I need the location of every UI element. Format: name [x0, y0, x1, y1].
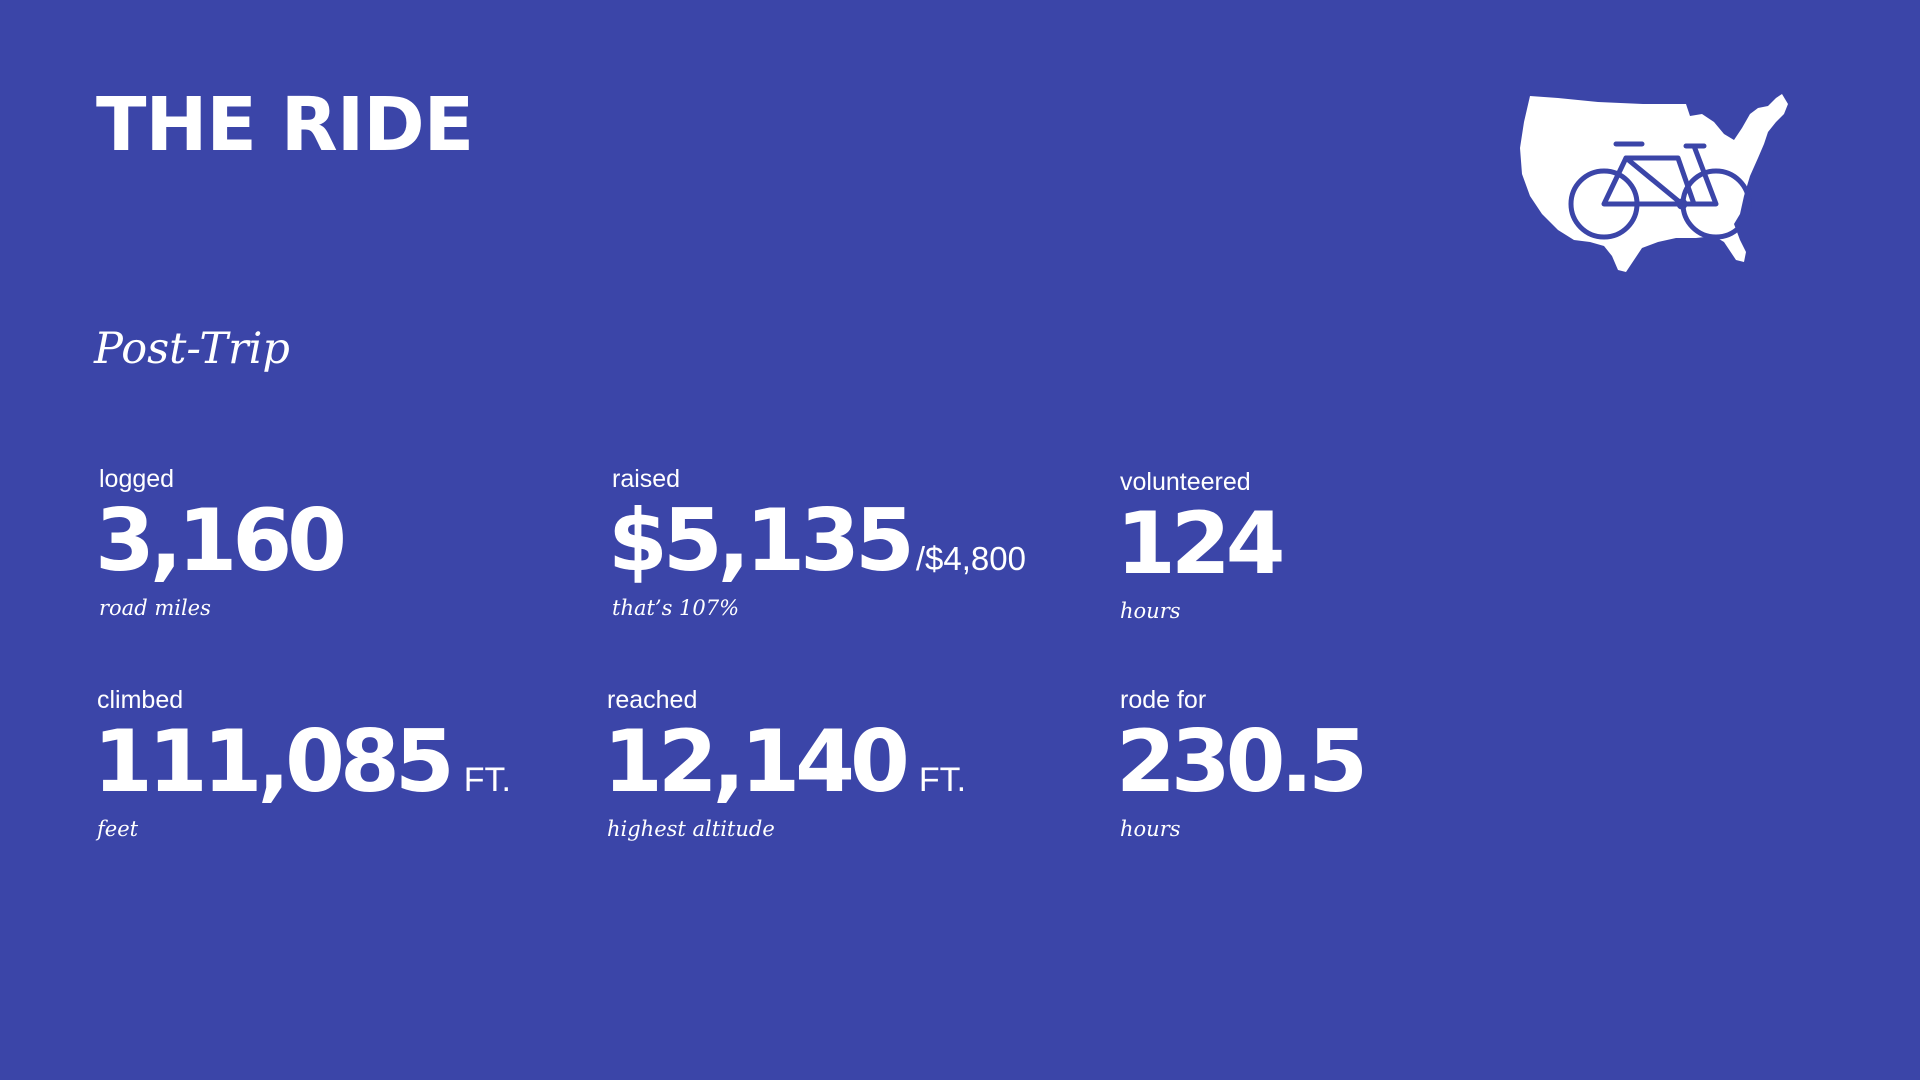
stat-label: climbed — [97, 686, 184, 714]
stat-volunteered: volunteered 124 hours — [1116, 468, 1286, 623]
stat-value-row: 12,140 FT. — [603, 719, 966, 805]
stat-label: rode for — [1120, 686, 1207, 714]
stat-logged: logged 3,160 road miles — [95, 465, 347, 620]
stat-climbed: climbed 111,085 FT. feet — [93, 688, 511, 840]
stat-raised: raised $5,135/$4,800 that’s 107% — [608, 467, 1026, 619]
stat-label: volunteered — [1120, 468, 1251, 496]
stat-unit: FT. — [918, 761, 967, 799]
stat-reached: reached 12,140 FT. highest altitude — [603, 688, 966, 840]
stat-label: logged — [99, 465, 175, 493]
stat-note: hours — [1120, 599, 1181, 623]
stat-value: 3,160 — [95, 491, 347, 591]
stat-note: highest altitude — [607, 817, 775, 841]
stat-note: road miles — [99, 596, 211, 620]
page-title: THE RIDE — [96, 82, 474, 168]
stat-label: raised — [612, 465, 681, 493]
stat-note: feet — [97, 817, 139, 841]
stat-value: 124 — [1116, 494, 1286, 594]
stat-note: that’s 107% — [612, 596, 740, 620]
stat-value-row: $5,135/$4,800 — [608, 498, 1026, 584]
stat-value-row: 230.5 — [1116, 719, 1368, 805]
stat-value: $5,135 — [608, 491, 915, 591]
usa-map-bicycle-icon — [1520, 94, 1788, 272]
stat-label: reached — [607, 686, 698, 714]
stat-value: 111,085 — [93, 712, 455, 812]
stat-note: hours — [1120, 817, 1181, 841]
stat-value-row: 111,085 FT. — [93, 719, 511, 805]
stat-unit: FT. — [463, 761, 511, 799]
stat-value-row: 3,160 — [95, 498, 347, 584]
stat-value: 230.5 — [1116, 712, 1368, 812]
stat-rode: rode for 230.5 hours — [1116, 686, 1368, 841]
page-subtitle: Post-Trip — [94, 324, 290, 374]
stat-value-row: 124 — [1116, 501, 1286, 587]
stat-goal: /$4,800 — [915, 540, 1026, 577]
stat-value: 12,140 — [603, 712, 910, 812]
